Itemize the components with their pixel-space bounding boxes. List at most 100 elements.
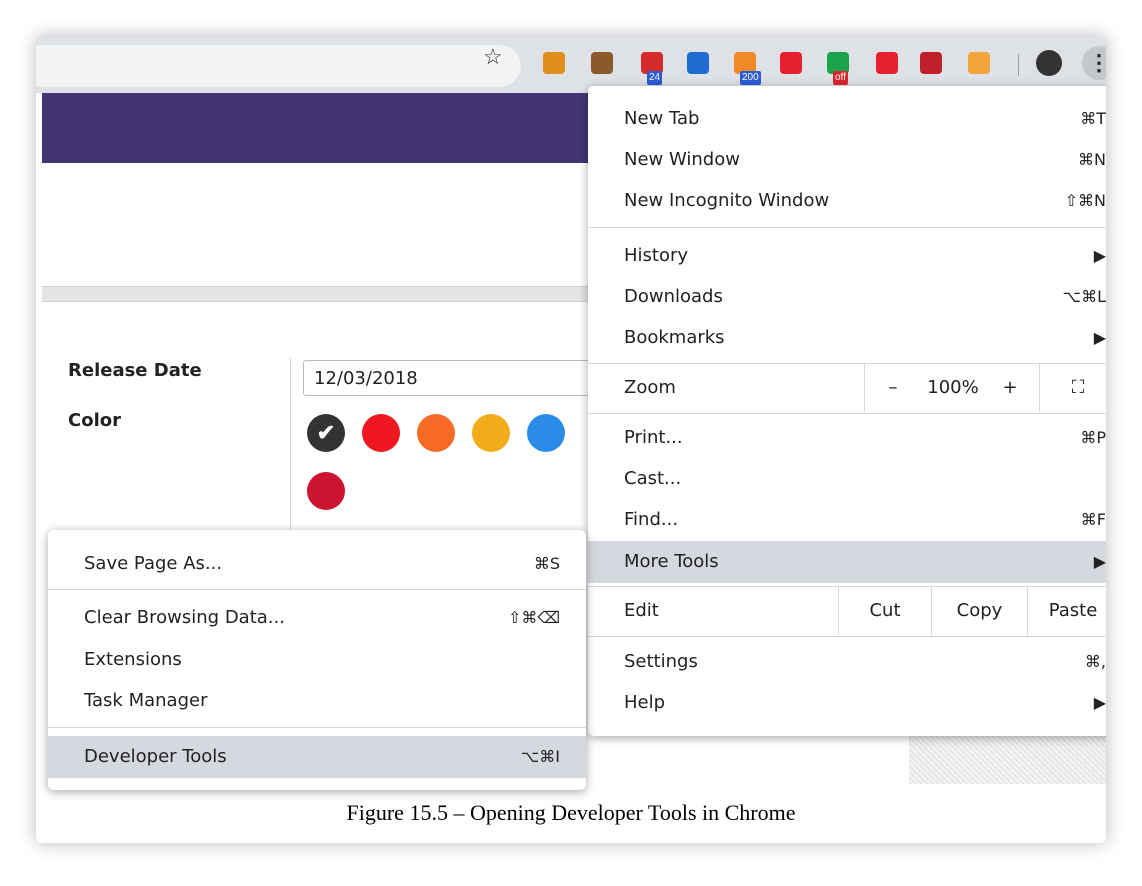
menu-item-label: Settings	[624, 651, 698, 672]
screenshot-frame: ☆ 24 200 off ⋮ Release Date Color 12/03/20…	[36, 36, 1106, 843]
release-date-input[interactable]: 12/03/2018	[303, 360, 633, 396]
extension-badge: off	[833, 71, 848, 85]
extension-icon-1[interactable]	[543, 52, 565, 74]
zoom-separator	[1039, 364, 1040, 412]
menu-item-label: Help	[624, 692, 666, 713]
menu-item-label: Downloads	[624, 286, 723, 307]
menu-item-label: New Tab	[624, 108, 700, 129]
color-swatch-yellow[interactable]	[472, 414, 510, 452]
menu-item-task-manager[interactable]: Task Manager	[48, 681, 586, 721]
extension-icon-4[interactable]	[687, 52, 709, 74]
extension-icon-8[interactable]	[876, 52, 898, 74]
shortcut-label: ⇧⌘N	[1064, 191, 1106, 210]
cut-button[interactable]: Cut	[839, 587, 931, 635]
shortcut-label: ⌘S	[533, 554, 560, 573]
check-icon: ✔	[316, 420, 336, 445]
menu-item-find[interactable]: Find... ⌘F	[588, 500, 1106, 540]
menu-divider	[48, 589, 586, 590]
menu-item-more-tools[interactable]: More Tools ▶	[588, 541, 1106, 583]
more-tools-submenu: Save Page As... ⌘S Clear Browsing Data..…	[48, 530, 586, 790]
shortcut-label: ⌘P	[1080, 428, 1106, 447]
menu-item-label: Bookmarks	[624, 327, 725, 348]
color-swatch-selected[interactable]: ✔	[307, 414, 345, 452]
menu-item-label: Find...	[624, 509, 679, 530]
submenu-arrow-icon: ▶	[1093, 693, 1106, 712]
page-background-texture	[909, 736, 1106, 784]
shortcut-label: ⌘T	[1080, 109, 1106, 128]
form-column-divider	[290, 358, 291, 558]
menu-item-label: Cast...	[624, 468, 682, 489]
color-swatch-crimson[interactable]	[307, 472, 345, 510]
extension-icon-10[interactable]	[968, 52, 990, 74]
menu-item-cast[interactable]: Cast...	[588, 459, 1106, 499]
extension-badge: 200	[740, 71, 761, 85]
menu-item-label: New Incognito Window	[624, 190, 830, 211]
menu-item-save-page-as[interactable]: Save Page As... ⌘S	[48, 544, 586, 584]
color-swatch-orange[interactable]	[417, 414, 455, 452]
menu-item-history[interactable]: History ▶	[588, 236, 1106, 276]
copy-button[interactable]: Copy	[932, 587, 1027, 635]
shortcut-label: ⇧⌘⌫	[507, 608, 560, 627]
shortcut-label: ⌘,	[1084, 652, 1106, 671]
page-header-bar	[42, 93, 622, 163]
menu-item-new-window[interactable]: New Window ⌘N	[588, 140, 1106, 180]
profile-avatar[interactable]	[1036, 50, 1062, 76]
color-label: Color	[68, 410, 121, 431]
zoom-out-button[interactable]: –	[878, 364, 908, 412]
page-divider	[42, 286, 622, 302]
extension-badge: 24	[647, 71, 663, 85]
menu-item-label: Edit	[624, 600, 659, 621]
menu-item-extensions[interactable]: Extensions	[48, 640, 586, 680]
figure-caption: Figure 15.5 – Opening Developer Tools in…	[346, 800, 796, 825]
menu-item-print[interactable]: Print... ⌘P	[588, 418, 1106, 458]
menu-item-developer-tools[interactable]: Developer Tools ⌥⌘I	[48, 736, 586, 778]
submenu-arrow-icon: ▶	[1093, 246, 1106, 265]
menu-item-label: Save Page As...	[84, 553, 223, 574]
menu-divider	[588, 413, 1106, 414]
menu-item-label: More Tools	[624, 551, 719, 572]
shortcut-label: ⌥⌘L	[1062, 287, 1106, 306]
extension-icon-2[interactable]	[591, 52, 613, 74]
menu-item-downloads[interactable]: Downloads ⌥⌘L	[588, 277, 1106, 317]
menu-divider	[48, 727, 586, 728]
fullscreen-icon[interactable]: ⛶	[1053, 364, 1103, 412]
menu-item-label: Clear Browsing Data...	[84, 607, 285, 628]
menu-divider	[588, 636, 1106, 637]
menu-item-new-tab[interactable]: New Tab ⌘T	[588, 99, 1106, 139]
menu-item-help[interactable]: Help ▶	[588, 683, 1106, 723]
toolbar-separator	[1018, 54, 1019, 76]
chrome-menu-button[interactable]: ⋮	[1082, 46, 1106, 80]
color-swatch-blue[interactable]	[527, 414, 565, 452]
zoom-level: 100%	[927, 377, 979, 398]
shortcut-label: ⌘N	[1078, 150, 1106, 169]
zoom-in-button[interactable]: +	[995, 364, 1025, 412]
menu-divider	[588, 227, 1106, 228]
menu-item-clear-browsing-data[interactable]: Clear Browsing Data... ⇧⌘⌫	[48, 598, 586, 638]
chrome-main-menu: New Tab ⌘T New Window ⌘N New Incognito W…	[588, 86, 1106, 736]
color-swatch-red[interactable]	[362, 414, 400, 452]
menu-item-label: Print...	[624, 427, 683, 448]
submenu-arrow-icon: ▶	[1093, 328, 1106, 347]
address-bar[interactable]	[36, 45, 521, 87]
release-date-label: Release Date	[68, 360, 202, 381]
menu-item-new-incognito-window[interactable]: New Incognito Window ⇧⌘N	[588, 181, 1106, 221]
menu-item-zoom: Zoom – 100% + ⛶	[588, 364, 1106, 412]
menu-item-label: History	[624, 245, 689, 266]
extension-icon-9[interactable]	[920, 52, 942, 74]
menu-item-label: Task Manager	[84, 690, 208, 711]
bookmark-star-icon[interactable]: ☆	[483, 46, 503, 68]
menu-item-edit: Edit Cut Copy Paste	[588, 587, 1106, 635]
menu-item-label: Developer Tools	[84, 746, 227, 767]
submenu-arrow-icon: ▶	[1093, 552, 1106, 571]
menu-item-label: New Window	[624, 149, 740, 170]
menu-item-label: Zoom	[624, 377, 676, 398]
menu-item-settings[interactable]: Settings ⌘,	[588, 642, 1106, 682]
shortcut-label: ⌘F	[1080, 510, 1106, 529]
shortcut-label: ⌥⌘I	[520, 747, 560, 766]
menu-item-bookmarks[interactable]: Bookmarks ▶	[588, 318, 1106, 358]
zoom-separator	[864, 364, 865, 412]
extension-icon-6[interactable]	[780, 52, 802, 74]
paste-button[interactable]: Paste	[1028, 587, 1106, 635]
menu-item-label: Extensions	[84, 649, 182, 670]
browser-toolbar: ☆ 24 200 off ⋮	[36, 36, 1106, 93]
